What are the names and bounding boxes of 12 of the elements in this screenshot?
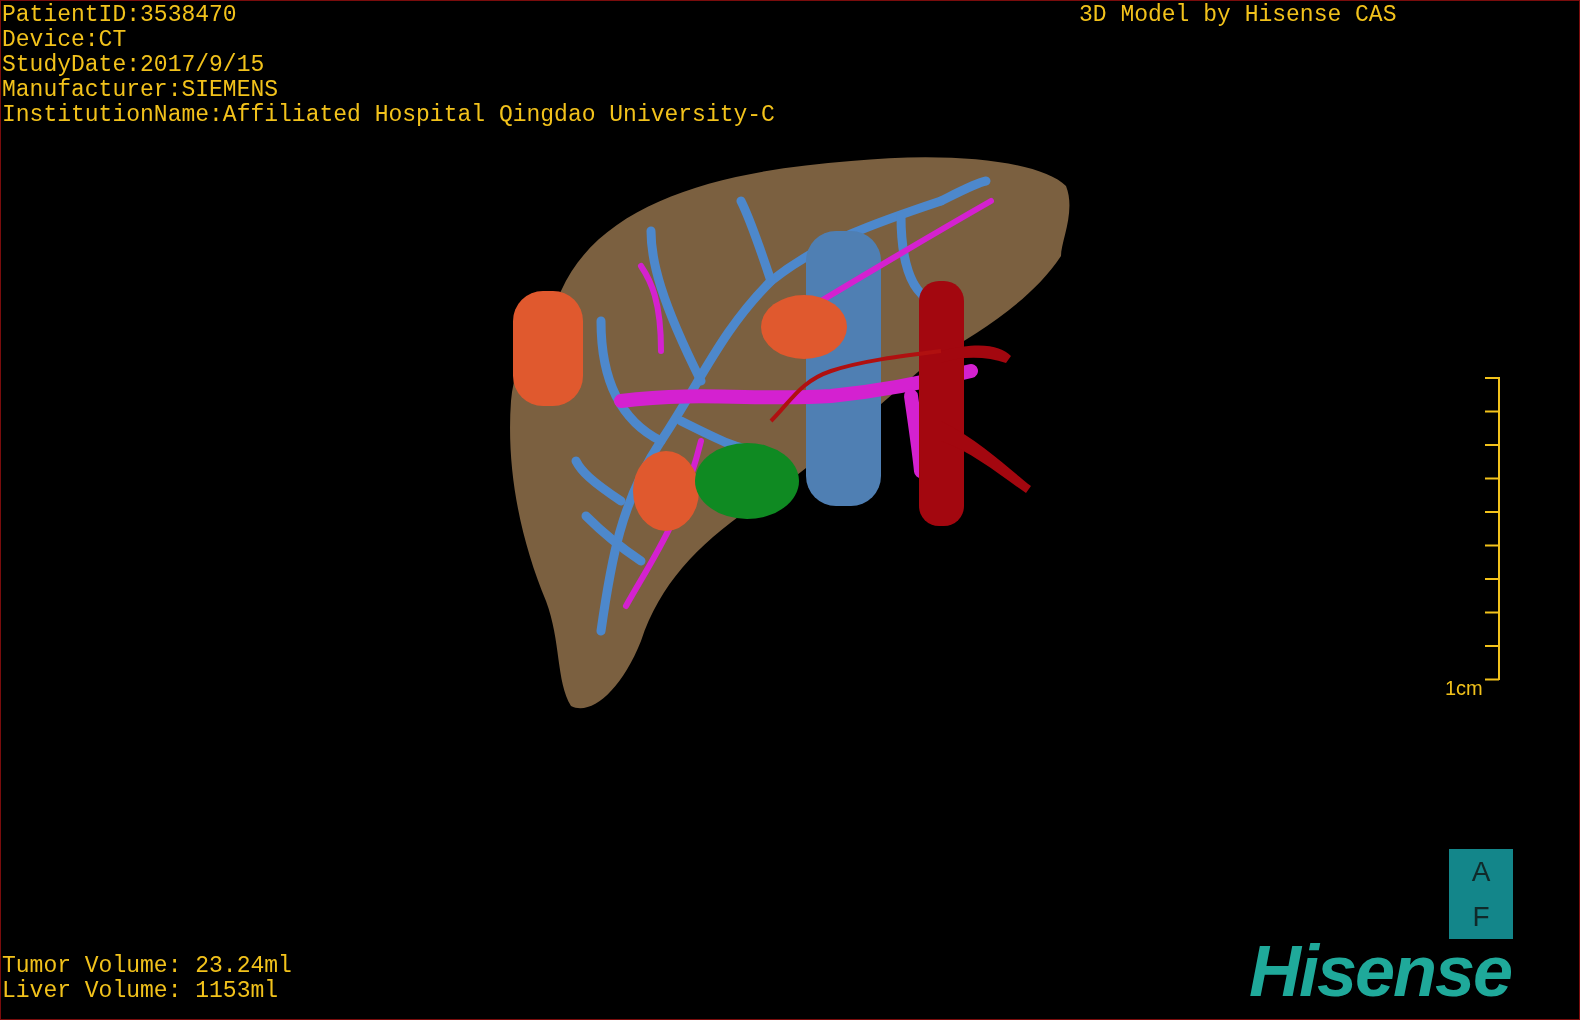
patient-info-line: PatientID:3538470 — [2, 3, 238, 28]
patient-info-line: InstitutionName:Affiliated Hospital Qingdao University-C — [2, 103, 775, 128]
orientation-letter: F — [1472, 901, 1490, 932]
model-credit: 3D Model by Hisense CAS — [1079, 3, 1397, 28]
patient-info-line: Manufacturer:SIEMENS — [2, 78, 280, 103]
patient-info-line: StudyDate:2017/9/15 — [2, 53, 266, 78]
patient-info-line: Device:CT — [2, 28, 128, 53]
volume-readout: Tumor Volume: 23.24ml — [2, 954, 292, 979]
volume-readout: Liver Volume: 1153ml — [2, 979, 280, 1004]
logo-text: Hisense — [1249, 933, 1512, 1009]
scale-label: 1cm — [1445, 676, 1483, 701]
orientation-letter: A — [1471, 856, 1491, 887]
